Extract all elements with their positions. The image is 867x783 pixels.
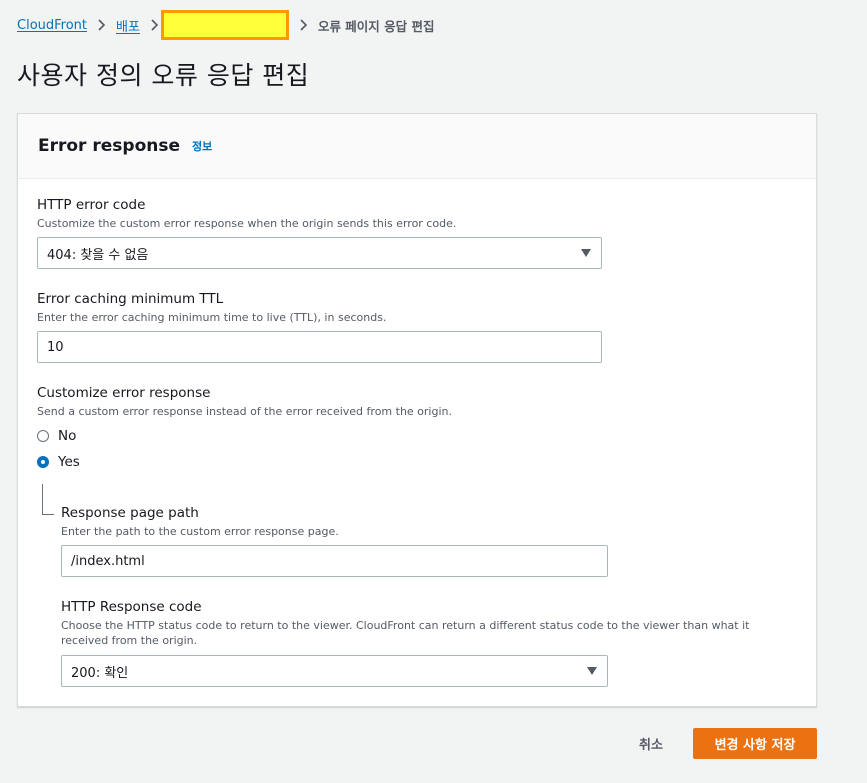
save-changes-button[interactable]: 변경 사항 저장	[693, 728, 817, 759]
breadcrumb-distribution-id-redacted[interactable]	[160, 10, 289, 40]
response-page-path-input[interactable]: /index.html	[61, 545, 608, 577]
panel-title: Error response	[38, 136, 180, 156]
ttl-input[interactable]: 10	[37, 331, 602, 363]
ttl-label: Error caching minimum TTL	[37, 291, 224, 307]
http-response-code-field: HTTP Response code Choose the HTTP statu…	[61, 599, 796, 648]
breadcrumb-distributions-link[interactable]: 배포	[116, 16, 140, 35]
radio-unchecked-icon[interactable]	[37, 430, 49, 442]
chevron-right-icon	[150, 19, 159, 31]
radio-checked-icon[interactable]	[37, 456, 49, 468]
http-error-code-field: HTTP error code Customize the custom err…	[37, 197, 602, 231]
ttl-value: 10	[47, 339, 64, 355]
breadcrumb: CloudFront 배포 오류 페이지 응답 편집	[17, 10, 435, 40]
tree-connector-horizontal	[42, 514, 54, 515]
page-title: 사용자 정의 오류 응답 편집	[17, 61, 310, 90]
ttl-description: Enter the error caching minimum time to …	[37, 311, 387, 324]
http-response-code-label: HTTP Response code	[61, 599, 202, 615]
response-page-path-description: Enter the path to the custom error respo…	[61, 525, 339, 538]
ttl-field: Error caching minimum TTL Enter the erro…	[37, 291, 602, 325]
caret-down-icon	[581, 249, 591, 257]
http-error-code-label: HTTP error code	[37, 197, 146, 213]
response-page-path-value: /index.html	[71, 553, 145, 569]
http-response-code-value: 200: 확인	[71, 665, 129, 681]
radio-no[interactable]: No	[37, 426, 76, 446]
customize-error-response-field: Customize error response Send a custom e…	[37, 385, 737, 419]
breadcrumb-current: 오류 페이지 응답 편집	[317, 18, 435, 34]
chevron-right-icon	[97, 19, 106, 31]
breadcrumb-cloudfront-link[interactable]: CloudFront	[17, 18, 87, 33]
radio-yes[interactable]: Yes	[37, 452, 80, 472]
panel-header: Error response 정보	[18, 114, 816, 179]
http-response-code-description: Choose the HTTP status code to return to…	[61, 619, 750, 647]
cancel-button[interactable]: 취소	[626, 728, 676, 758]
http-error-code-description: Customize the custom error response when…	[37, 217, 457, 230]
customize-error-response-label: Customize error response	[37, 385, 211, 401]
http-error-code-value: 404: 찾을 수 없음	[47, 247, 149, 263]
response-page-path-label: Response page path	[61, 505, 199, 521]
customize-error-response-description: Send a custom error response instead of …	[37, 405, 452, 418]
tree-connector-vertical	[42, 484, 43, 514]
caret-down-icon	[587, 667, 597, 675]
radio-yes-label: Yes	[58, 454, 80, 470]
response-page-path-field: Response page path Enter the path to the…	[61, 505, 607, 539]
info-link[interactable]: 정보	[192, 138, 212, 154]
chevron-right-icon	[299, 19, 308, 31]
http-error-code-select[interactable]: 404: 찾을 수 없음	[37, 237, 602, 269]
http-response-code-select[interactable]: 200: 확인	[61, 655, 608, 687]
radio-no-label: No	[58, 428, 77, 444]
